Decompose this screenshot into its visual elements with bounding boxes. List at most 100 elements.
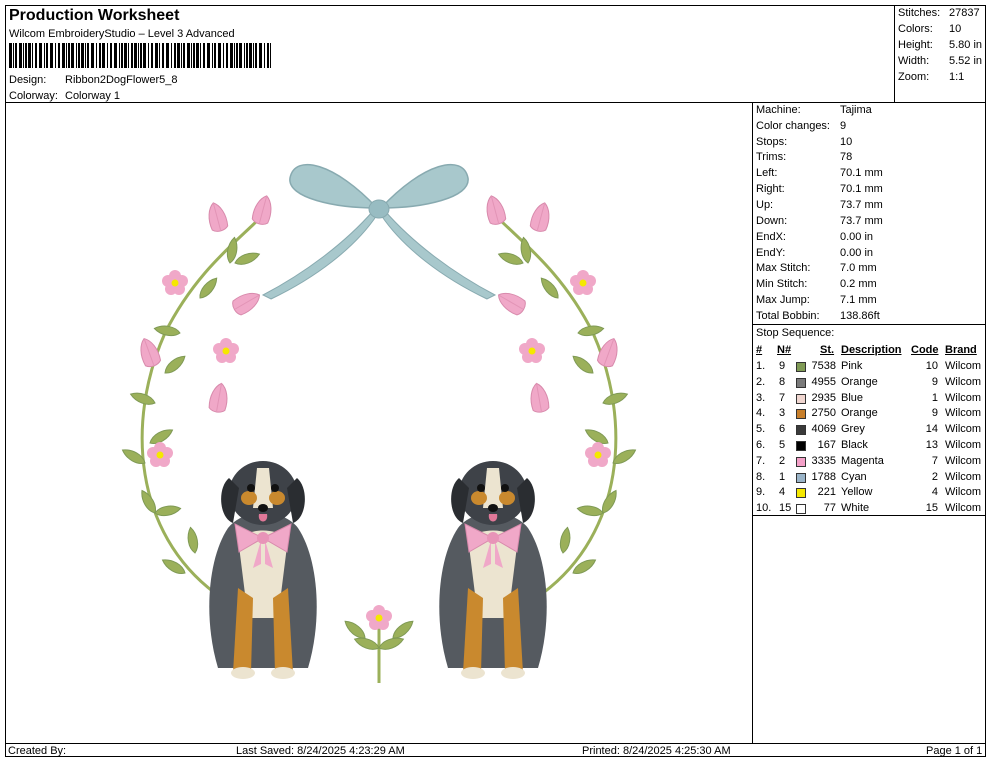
color-code: 10 bbox=[925, 360, 938, 372]
color-description: Magenta bbox=[841, 454, 884, 467]
row-number: 10. bbox=[756, 502, 772, 515]
info-up: Up: 73.7 mm bbox=[756, 199, 883, 211]
info-endy: EndY: 0.00 in bbox=[756, 247, 874, 259]
color-swatch bbox=[796, 393, 806, 404]
needle-number: 7 bbox=[779, 391, 786, 404]
table-row: 5. 6 4069 Grey 14 Wilcom bbox=[753, 423, 986, 439]
col-header-num: # bbox=[756, 344, 763, 356]
needle-number: 2 bbox=[779, 454, 786, 467]
stitch-count: 2935 bbox=[811, 391, 836, 404]
stitch-count: 7538 bbox=[811, 360, 836, 372]
divider bbox=[753, 515, 986, 516]
table-row: 2. 8 4955 Orange 9 Wilcom bbox=[753, 376, 986, 392]
color-description: Orange bbox=[841, 375, 878, 388]
stitch-count: 3335 bbox=[811, 454, 836, 467]
color-description: Black bbox=[841, 439, 868, 451]
color-swatch bbox=[796, 472, 806, 483]
color-code: 7 bbox=[931, 454, 938, 467]
design-preview bbox=[5, 103, 753, 743]
stat-height: Height: 5.80 in bbox=[898, 39, 983, 51]
worksheet-title: Production Worksheet bbox=[9, 7, 180, 24]
color-code: 1 bbox=[931, 391, 938, 404]
col-header-description: Description bbox=[841, 344, 902, 356]
row-number: 3. bbox=[756, 391, 766, 404]
needle-number: 4 bbox=[779, 486, 786, 499]
info-min-stitch: Min Stitch: 0.2 mm bbox=[756, 278, 877, 290]
thread-brand: Wilcom bbox=[945, 439, 982, 451]
col-header-needle: N# bbox=[777, 344, 792, 356]
thread-brand: Wilcom bbox=[945, 486, 982, 499]
table-row: 9. 4 221 Yellow 4 Wilcom bbox=[753, 486, 986, 502]
color-code: 13 bbox=[925, 439, 938, 451]
info-max-stitch: Max Stitch: 7.0 mm bbox=[756, 262, 877, 274]
thread-brand: Wilcom bbox=[945, 375, 982, 388]
info-stops: Stops: 10 bbox=[756, 136, 853, 148]
stat-colors: Colors: 10 bbox=[898, 23, 962, 35]
table-row: 8. 1 1788 Cyan 2 Wilcom bbox=[753, 471, 986, 487]
info-down: Down: 73.7 mm bbox=[756, 215, 883, 227]
col-header-brand: Brand bbox=[945, 344, 977, 356]
color-description: Cyan bbox=[841, 470, 867, 483]
col-header-stitches: St. bbox=[820, 344, 835, 356]
color-swatch bbox=[796, 425, 806, 436]
row-number: 8. bbox=[756, 470, 766, 483]
barcode-icon bbox=[9, 43, 271, 68]
color-swatch bbox=[796, 409, 806, 420]
info-right: Right: 70.1 mm bbox=[756, 183, 883, 195]
stitch-count: 1788 bbox=[811, 470, 836, 483]
color-code: 9 bbox=[931, 407, 938, 420]
table-row: 7. 2 3335 Magenta 7 Wilcom bbox=[753, 455, 986, 471]
color-swatch bbox=[796, 441, 806, 451]
color-description: Grey bbox=[841, 423, 865, 436]
needle-number: 1 bbox=[779, 470, 786, 483]
col-header-code: Code bbox=[911, 344, 939, 356]
thread-brand: Wilcom bbox=[945, 454, 982, 467]
row-number: 4. bbox=[756, 407, 766, 420]
thread-brand: Wilcom bbox=[945, 423, 982, 436]
thread-brand: Wilcom bbox=[945, 407, 982, 420]
stitch-count: 167 bbox=[817, 439, 836, 451]
info-left: Left: 70.1 mm bbox=[756, 167, 883, 179]
info-endx: EndX: 0.00 in bbox=[756, 231, 874, 243]
software-name: Wilcom EmbroideryStudio – Level 3 Advanc… bbox=[9, 28, 235, 40]
info-machine: Machine: Tajima bbox=[756, 104, 872, 116]
info-max-jump: Max Jump: 7.1 mm bbox=[756, 294, 877, 306]
stop-sequence-title: Stop Sequence: bbox=[756, 327, 835, 339]
row-number: 1. bbox=[756, 360, 766, 372]
design-label: Design: bbox=[9, 74, 47, 86]
color-code: 15 bbox=[925, 502, 938, 515]
table-row: 3. 7 2935 Blue 1 Wilcom bbox=[753, 392, 986, 408]
divider bbox=[753, 324, 986, 325]
color-code: 9 bbox=[931, 375, 938, 388]
row-number: 9. bbox=[756, 486, 766, 499]
created-by: Created By: bbox=[8, 745, 67, 757]
stat-zoom: Zoom: 1:1 bbox=[898, 71, 965, 83]
page-number: Page 1 of 1 bbox=[926, 745, 983, 757]
stitch-count: 4955 bbox=[811, 375, 836, 388]
color-code: 4 bbox=[931, 486, 938, 499]
colorway-label: Colorway: bbox=[9, 90, 58, 102]
info-trims: Trims: 78 bbox=[756, 151, 853, 163]
stat-width: Width: 5.52 in bbox=[898, 55, 983, 67]
thread-brand: Wilcom bbox=[945, 502, 982, 515]
stitch-count: 2750 bbox=[811, 407, 836, 420]
color-code: 14 bbox=[925, 423, 938, 436]
needle-number: 3 bbox=[779, 407, 786, 420]
row-number: 7. bbox=[756, 454, 766, 467]
needle-number: 5 bbox=[779, 439, 786, 451]
needle-number: 9 bbox=[779, 360, 786, 372]
needle-number: 6 bbox=[779, 423, 786, 436]
row-number: 5. bbox=[756, 423, 766, 436]
stitch-count: 4069 bbox=[811, 423, 836, 436]
embroidery-design-image bbox=[119, 163, 639, 683]
worksheet-footer bbox=[5, 743, 986, 757]
printed-date: Printed: 8/24/2025 4:25:30 AM bbox=[582, 745, 731, 757]
table-row: 4. 3 2750 Orange 9 Wilcom bbox=[753, 407, 986, 423]
thread-brand: Wilcom bbox=[945, 470, 982, 483]
color-description: Pink bbox=[841, 360, 863, 372]
row-number: 6. bbox=[756, 439, 766, 451]
needle-number: 8 bbox=[779, 375, 786, 388]
color-description: Orange bbox=[841, 407, 878, 420]
row-number: 2. bbox=[756, 375, 766, 388]
needle-number: 15 bbox=[779, 502, 792, 515]
